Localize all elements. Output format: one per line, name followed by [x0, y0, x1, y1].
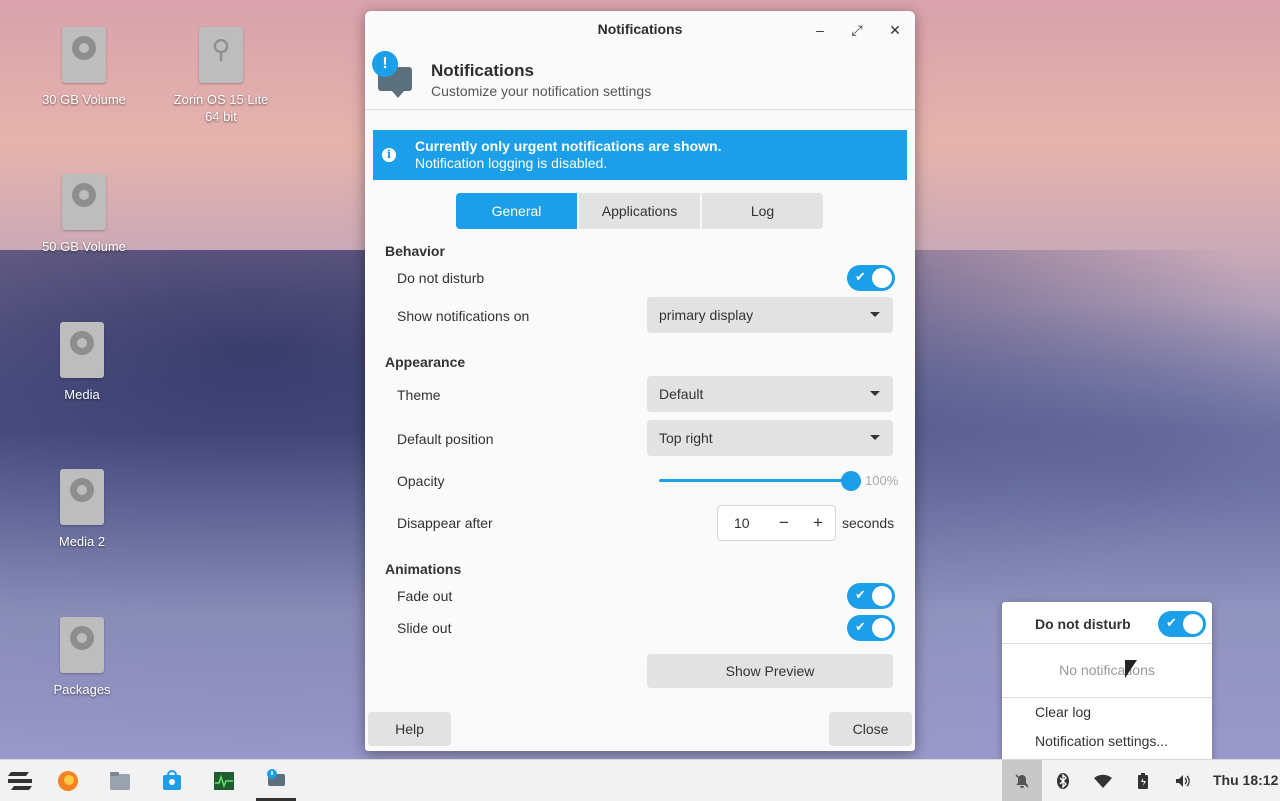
taskbar: Thu 18:12 [0, 759, 1280, 801]
system-monitor-icon[interactable] [204, 760, 244, 801]
close-button[interactable]: Close [829, 712, 912, 746]
bluetooth-icon[interactable] [1043, 760, 1083, 801]
desktop-icon-label: Media 2 [58, 534, 106, 549]
section-animations: Animations [385, 561, 462, 577]
clear-log-item[interactable]: Clear log [1035, 704, 1091, 720]
no-notifications-text: No notifications [1059, 662, 1155, 678]
close-window-button[interactable]: ✕ [885, 20, 905, 40]
opacity-slider-handle[interactable] [841, 471, 861, 491]
do-not-disturb-toggle[interactable]: ✔ [847, 265, 895, 291]
notifications-app-icon[interactable] [256, 760, 296, 801]
help-button[interactable]: Help [368, 712, 451, 746]
usb-drive-icon: ⚲ [199, 27, 243, 83]
default-position-combo[interactable]: Top right [647, 420, 893, 456]
combo-value: Default [659, 386, 704, 402]
decrement-button[interactable]: − [770, 506, 798, 540]
files-icon[interactable] [100, 760, 140, 801]
do-not-disturb-label: Do not disturb [397, 270, 485, 286]
header-title: Notifications [431, 61, 534, 80]
popover-dnd-toggle[interactable]: ✔ [1158, 611, 1206, 637]
firefox-icon[interactable] [48, 760, 88, 801]
opacity-slider-track[interactable] [659, 479, 851, 482]
info-icon: i [382, 148, 396, 162]
drive-icon [60, 322, 104, 378]
wifi-icon[interactable] [1083, 760, 1123, 801]
fade-out-toggle[interactable]: ✔ [847, 583, 895, 609]
desktop-icon-label: Media [64, 387, 100, 402]
section-behavior: Behavior [385, 243, 445, 259]
show-notifications-on-combo[interactable]: primary display [647, 297, 893, 333]
desktop-icon-label: 30 GB Volume [42, 92, 126, 107]
desktop-icon-zorin-usb[interactable]: ⚲ Zorin OS 15 Lite 64 bit [166, 27, 276, 125]
drive-icon [60, 617, 104, 673]
theme-label: Theme [397, 387, 441, 403]
section-appearance: Appearance [385, 354, 466, 370]
window-header: ! Notifications Customize your notificat… [365, 47, 915, 110]
drive-icon [60, 469, 104, 525]
window-titlebar[interactable]: Notifications – ⤢ ✕ [365, 11, 915, 47]
clock[interactable]: Thu 18:12 [1213, 760, 1278, 801]
opacity-value: 100% [865, 473, 899, 488]
increment-button[interactable]: + [804, 506, 832, 540]
chevron-down-icon [870, 312, 880, 317]
tab-applications[interactable]: Applications [579, 193, 700, 229]
zorin-menu-icon[interactable] [0, 760, 40, 801]
desktop-icon-label: Packages [53, 682, 111, 697]
chevron-down-icon [870, 391, 880, 396]
desktop-icon-50gb-volume[interactable]: 50 GB Volume [29, 174, 139, 255]
notifications-window: Notifications – ⤢ ✕ ! Notifications Cust… [365, 11, 915, 751]
spinner-value[interactable]: 10 [734, 506, 750, 540]
tab-general[interactable]: General [456, 193, 577, 229]
drive-icon [62, 174, 106, 230]
desktop-icon-media-2[interactable]: Media 2 [27, 469, 137, 550]
opacity-label: Opacity [397, 473, 445, 489]
minimize-button[interactable]: – [810, 20, 830, 40]
volume-icon[interactable] [1163, 760, 1203, 801]
tab-log[interactable]: Log [702, 193, 823, 229]
check-icon: ✔ [855, 619, 866, 634]
show-notifications-on-label: Show notifications on [397, 308, 530, 324]
software-store-icon[interactable] [152, 760, 192, 801]
combo-value: Top right [659, 430, 713, 446]
window-title: Notifications [597, 21, 683, 37]
check-icon: ✔ [1166, 615, 1177, 630]
mouse-pointer-icon [1125, 660, 1137, 678]
default-position-label: Default position [397, 431, 494, 447]
desktop-icon-label: Zorin OS 15 Lite 64 bit [173, 92, 269, 124]
info-bar-line-1: Currently only urgent notifications are … [415, 138, 722, 154]
battery-icon[interactable] [1123, 760, 1163, 801]
notifications-disabled-icon[interactable] [1002, 760, 1042, 801]
desktop-icon-30gb-volume[interactable]: 30 GB Volume [29, 27, 139, 108]
check-icon: ✔ [855, 587, 866, 602]
desktop-icon-media[interactable]: Media [27, 322, 137, 403]
disappear-after-label: Disappear after [397, 515, 493, 531]
notification-settings-item[interactable]: Notification settings... [1035, 733, 1168, 749]
divider [1002, 643, 1212, 644]
show-preview-button[interactable]: Show Preview [647, 654, 893, 688]
fade-out-label: Fade out [397, 588, 453, 604]
maximize-button[interactable]: ⤢ [847, 20, 867, 40]
desktop-icon-packages[interactable]: Packages [27, 617, 137, 698]
info-bar: i Currently only urgent notifications ar… [373, 130, 907, 180]
divider [1002, 697, 1212, 698]
slide-out-toggle[interactable]: ✔ [847, 615, 895, 641]
disappear-after-spinner[interactable]: 10 − + [717, 505, 836, 541]
header-subtitle: Customize your notification settings [431, 83, 652, 99]
info-bar-line-2: Notification logging is disabled. [415, 155, 608, 171]
notification-bubble-icon: ! [372, 51, 416, 98]
slide-out-label: Slide out [397, 620, 452, 636]
popover-dnd-label: Do not disturb [1035, 616, 1131, 632]
combo-value: primary display [659, 307, 754, 323]
theme-combo[interactable]: Default [647, 376, 893, 412]
tab-bar: General Applications Log [456, 193, 823, 229]
notification-tray-popover: Do not disturb ✔ No notifications Clear … [1002, 602, 1212, 759]
drive-icon [62, 27, 106, 83]
desktop-icon-label: 50 GB Volume [42, 239, 126, 254]
chevron-down-icon [870, 435, 880, 440]
seconds-unit-label: seconds [842, 515, 895, 531]
check-icon: ✔ [855, 269, 866, 284]
